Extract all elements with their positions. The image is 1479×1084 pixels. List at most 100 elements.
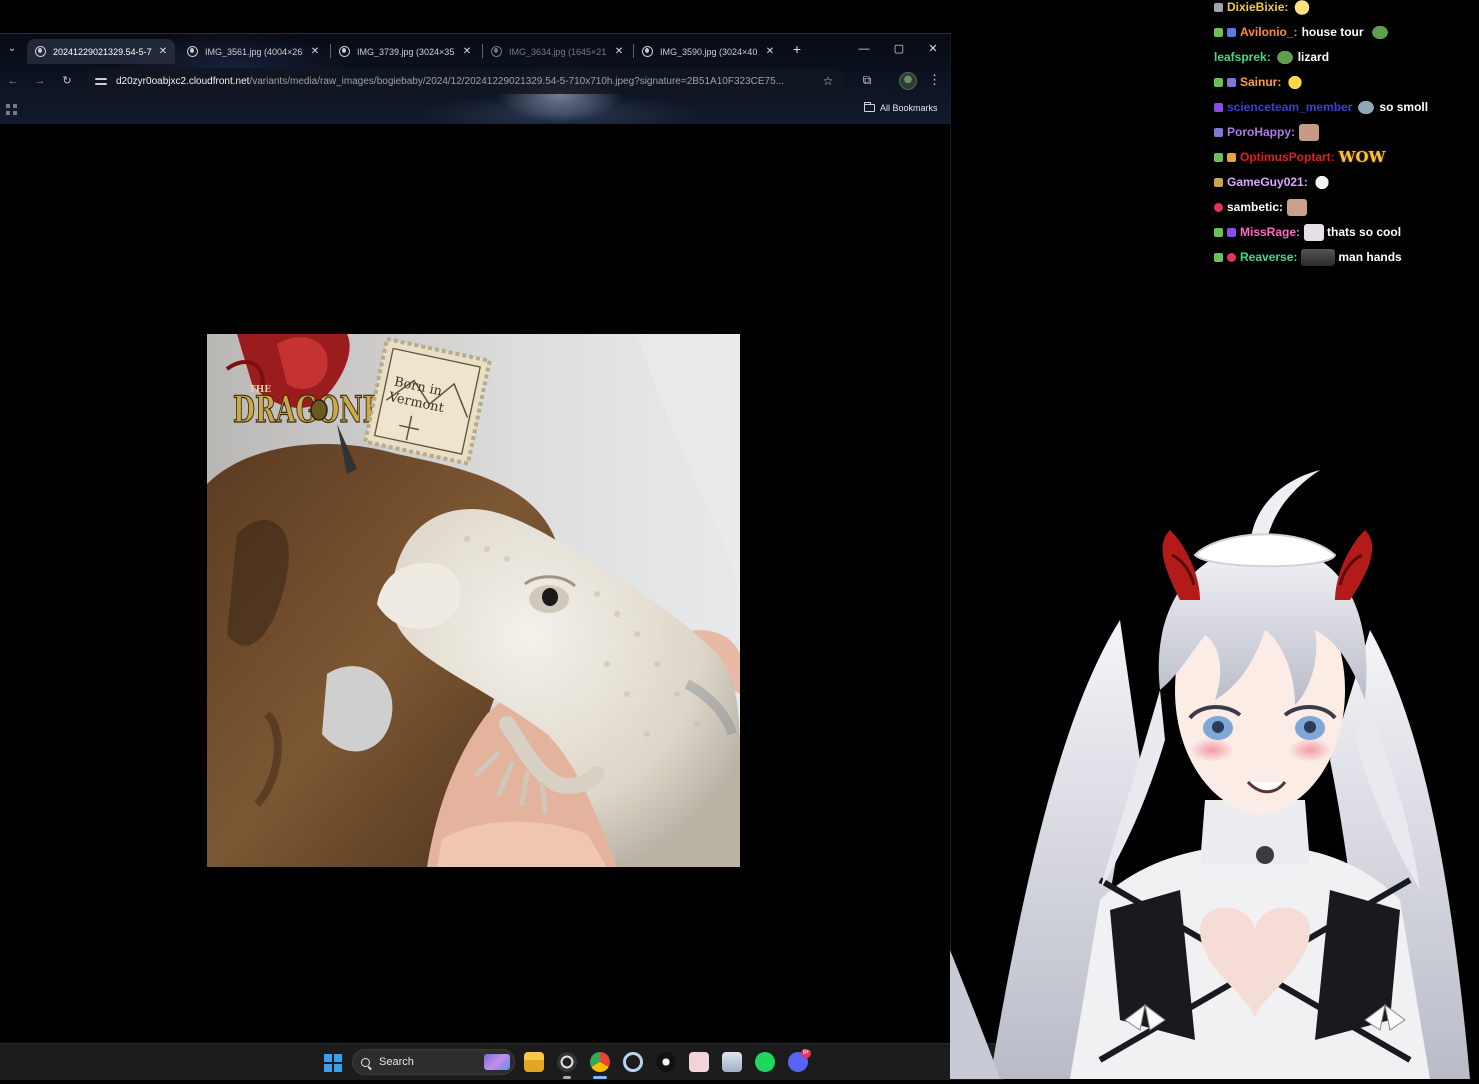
chat-username: GameGuy021: [1227,175,1308,189]
all-bookmarks-button[interactable]: All Bookmarks [864,102,938,113]
file-explorer-icon[interactable] [524,1052,544,1072]
globe-icon [642,46,653,57]
windows-start-icon[interactable] [324,1054,342,1072]
globe-icon [339,46,350,57]
wow-emote: WOW [1338,148,1386,166]
folder-icon [864,102,875,112]
search-icon [361,1057,370,1067]
search-highlight-icon [484,1054,510,1070]
chat-username: sambetic: [1227,200,1284,214]
chat-badge-icon [1214,177,1223,187]
tab-title: IMG_3739.jpg (3024×35 [357,46,455,57]
heart-badge-icon [1214,202,1223,212]
heart-badge-icon [1227,252,1236,262]
chat-text: so smoll [1379,100,1429,114]
bookmarks-bar: All Bookmarks [0,98,950,120]
chat-text: man hands [1338,250,1402,264]
kebab-menu-icon[interactable]: ⋮ [928,72,941,88]
chat-message: DixieBixie: [1214,0,1315,17]
chrome-icon[interactable] [590,1052,610,1072]
tab-1[interactable]: 20241229021329.54-5-7 ✕ [27,39,175,64]
emote-icon [1304,223,1325,241]
chat-message: sambetic: [1214,197,1310,217]
emote-icon [1287,198,1308,216]
chat-username: DixieBixie: [1227,0,1289,14]
spotify-icon[interactable] [755,1052,775,1072]
tab-3[interactable]: IMG_3739.jpg (3024×35 ✕ [331,39,479,64]
emote-icon [1299,123,1320,141]
tab-title: IMG_3634.jpg (1645×21 [509,46,607,57]
chat-message: GameGuy021: [1214,172,1335,192]
chat-badge-icon [1214,77,1223,87]
taskbar-search[interactable]: Search [352,1049,515,1075]
profile-avatar[interactable] [899,72,917,90]
vtuber-avatar [950,460,1479,1079]
ccleaner-icon[interactable] [623,1052,643,1072]
streamer-app-icon[interactable] [656,1052,676,1072]
apps-grid-icon[interactable] [6,104,17,115]
chat-badge-icon [1214,152,1223,162]
tab-4[interactable]: IMG_3634.jpg (1645×21 ✕ [483,39,631,64]
notes-app-icon[interactable] [722,1052,742,1072]
chat-message: Reaverse: man hands [1214,247,1402,267]
tab-search-chevron-icon[interactable]: ⌄ [4,41,20,57]
tab-close-icon[interactable]: ✕ [764,46,776,57]
chat-username: Avilonio_: [1240,25,1298,39]
chat-text: thats so cool [1327,225,1402,239]
chat-badge-icon [1227,227,1236,237]
discord-notification-badge: 9+ [801,1049,811,1058]
forward-arrow-icon[interactable]: → [33,74,47,88]
globe-icon [491,46,502,57]
chat-message: Avilonio_: house tour [1214,22,1393,42]
new-tab-plus-icon[interactable]: + [790,42,804,56]
globe-icon [35,46,46,57]
chat-badge-icon [1214,252,1223,262]
globe-icon [187,46,198,57]
emote-icon [1292,0,1313,16]
tab-2[interactable]: IMG_3561.jpg (4004×26 ✕ [179,39,327,64]
chat-message: Sainur: [1214,72,1308,92]
taskbar: Search 9+ [0,1043,1004,1080]
all-bookmarks-label: All Bookmarks [880,103,938,113]
maximize-icon[interactable]: ▢ [892,42,906,56]
emote-icon [1311,173,1332,191]
taskbar-search-label: Search [379,1056,414,1068]
pepe-emote-icon [1274,48,1295,66]
chat-badge-icon [1214,2,1223,12]
chat-username: Reaverse: [1240,250,1298,264]
tab-strip: ⌄ 20241229021329.54-5-7 ✕ IMG_3561.jpg (… [0,34,950,64]
url-host: d20zyr0oabjxc2.cloudfront.net [116,75,250,87]
browser-toolbar: ← → ↻ d20zyr0oabjxc2.cloudfront.net/vari… [0,66,950,96]
chat-message: scienceteam_member so smoll [1214,97,1428,117]
reload-icon[interactable]: ↻ [60,74,74,88]
extensions-puzzle-icon[interactable]: ⧉ [860,73,874,87]
site-info-icon[interactable] [94,75,108,87]
chat-badge-icon [1214,27,1223,37]
chat-text: lizard [1297,50,1330,64]
url-text[interactable]: d20zyr0oabjxc2.cloudfront.net/variants/m… [116,76,820,87]
obs-icon[interactable] [557,1052,577,1072]
pepe-emote-icon [1369,23,1390,41]
chat-message: OptimusPoptart: WOW [1214,147,1385,167]
chat-username: leafsprek: [1214,50,1271,64]
gallery-app-icon[interactable] [689,1052,709,1072]
close-window-icon[interactable]: ✕ [926,42,940,56]
bookmark-star-icon[interactable]: ☆ [820,74,836,88]
tab-close-icon[interactable]: ✕ [613,46,625,57]
emote-icon [1285,73,1306,91]
address-bar[interactable]: d20zyr0oabjxc2.cloudfront.net/variants/m… [86,68,846,94]
chat-badge-icon [1227,27,1236,37]
chat-username: scienceteam_member [1227,100,1353,114]
tab-close-icon[interactable]: ✕ [461,46,473,57]
chat-badge-icon [1214,102,1223,112]
chat-message: PoroHappy: [1214,122,1322,142]
tab-5[interactable]: IMG_3590.jpg (3024×40 ✕ [634,39,782,64]
tab-close-icon[interactable]: ✕ [157,46,169,57]
back-arrow-icon[interactable]: ← [6,74,20,88]
chat-badge-icon [1214,227,1223,237]
chat-message: MissRage: thats so cool [1214,222,1401,242]
minimize-icon[interactable]: — [857,42,871,56]
lizard-photo-art: THE DRAGONRY Born in Vermont [207,334,740,867]
tab-close-icon[interactable]: ✕ [309,46,321,57]
lizard-photo[interactable]: THE DRAGONRY Born in Vermont [207,334,740,867]
